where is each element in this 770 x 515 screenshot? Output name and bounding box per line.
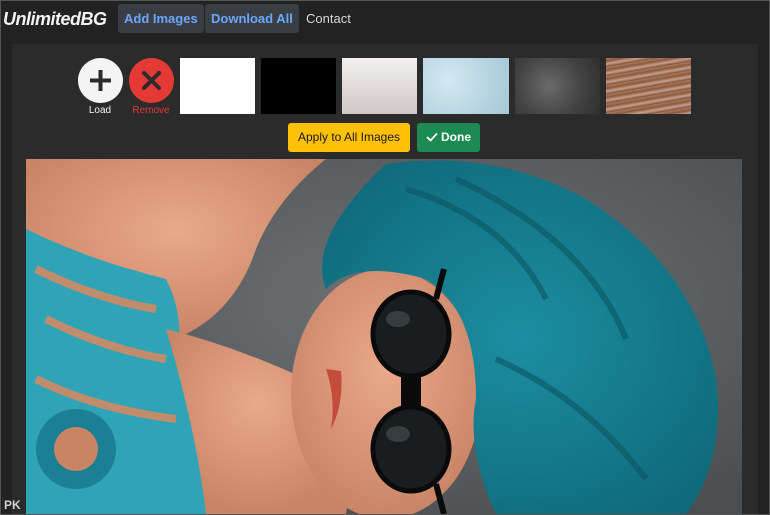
check-icon (426, 132, 438, 142)
swatch-white[interactable] (180, 58, 255, 114)
navbar: UnlimitedBG Add Images Download All Cont… (1, 1, 769, 41)
apply-to-all-button[interactable]: Apply to All Images (288, 123, 410, 152)
done-label: Done (441, 130, 471, 144)
swatch-light-blue-texture[interactable] (423, 58, 509, 114)
remove-label: Remove (132, 105, 170, 116)
swatch-dark-concrete-texture[interactable] (515, 58, 600, 114)
contact-link[interactable]: Contact (306, 4, 351, 33)
apply-to-all-label: Apply to All Images (297, 130, 401, 144)
photo-image (26, 159, 742, 514)
add-images-button[interactable]: Add Images (118, 4, 204, 33)
brand-logo[interactable]: UnlimitedBG (3, 9, 107, 30)
load-label: Load (88, 105, 112, 116)
app-window: UnlimitedBG Add Images Download All Cont… (0, 0, 770, 515)
swatch-light-gradient[interactable] (342, 58, 417, 114)
plus-icon (90, 70, 111, 91)
download-all-button[interactable]: Download All (205, 4, 299, 33)
close-icon (142, 71, 161, 90)
load-button[interactable] (78, 58, 123, 103)
photo-preview (26, 159, 742, 514)
remove-button[interactable] (129, 58, 174, 103)
swatch-wood-texture[interactable] (606, 58, 691, 114)
done-button[interactable]: Done (417, 123, 480, 152)
swatch-black[interactable] (261, 58, 336, 114)
watermark: PK (4, 498, 21, 512)
